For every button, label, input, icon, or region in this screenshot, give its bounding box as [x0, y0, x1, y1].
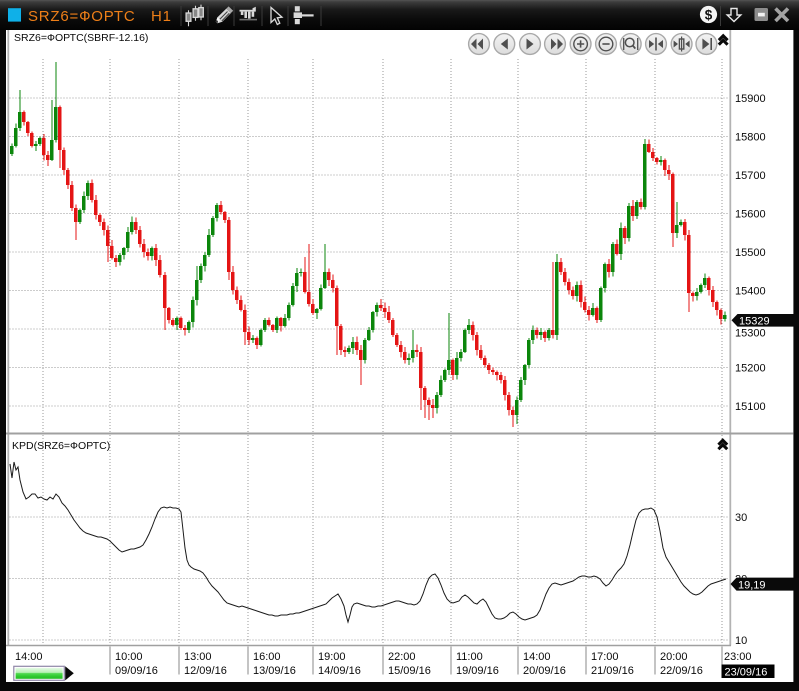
svg-text:23:00: 23:00 [724, 651, 752, 663]
svg-text:SRZ6=ФОРТС(SBRF-12.16): SRZ6=ФОРТС(SBRF-12.16) [14, 32, 148, 44]
svg-text:19,19: 19,19 [738, 579, 766, 591]
svg-text:SRZ6=ФОРТС: SRZ6=ФОРТС [28, 8, 136, 25]
svg-text:15200: 15200 [735, 363, 766, 375]
svg-text:19:00: 19:00 [318, 651, 346, 663]
svg-text:22/09/16: 22/09/16 [660, 665, 703, 677]
svg-text:22:00: 22:00 [388, 651, 416, 663]
svg-text:11:00: 11:00 [456, 651, 483, 663]
svg-text:13:00: 13:00 [184, 651, 212, 663]
svg-text:15500: 15500 [735, 247, 766, 259]
svg-text:12/09/16: 12/09/16 [184, 665, 227, 677]
svg-text:09/09/16: 09/09/16 [115, 665, 158, 677]
svg-text:20/09/16: 20/09/16 [523, 665, 566, 677]
svg-text:10:00: 10:00 [115, 651, 143, 663]
svg-text:14/09/16: 14/09/16 [318, 665, 361, 677]
svg-text:H1: H1 [151, 8, 172, 25]
svg-text:20:00: 20:00 [660, 651, 688, 663]
svg-text:15100: 15100 [735, 401, 766, 413]
svg-text:15/09/16: 15/09/16 [388, 665, 431, 677]
svg-text:13/09/16: 13/09/16 [253, 665, 296, 677]
svg-text:15300: 15300 [735, 328, 766, 340]
svg-text:15900: 15900 [735, 93, 766, 105]
svg-text:15800: 15800 [735, 132, 766, 144]
svg-text:KPD(SRZ6=ФОРТС): KPD(SRZ6=ФОРТС) [12, 440, 110, 452]
svg-text:16:00: 16:00 [253, 651, 281, 663]
svg-text:15600: 15600 [735, 209, 766, 221]
svg-text:$: $ [705, 7, 713, 22]
svg-text:14:00: 14:00 [15, 651, 43, 663]
svg-text:15400: 15400 [735, 286, 766, 298]
svg-text:17:00: 17:00 [591, 651, 619, 663]
svg-text:10: 10 [735, 635, 747, 647]
svg-text:30: 30 [735, 512, 747, 524]
svg-text:21/09/16: 21/09/16 [591, 665, 634, 677]
svg-text:23/09/16: 23/09/16 [725, 666, 768, 678]
svg-text:15329: 15329 [739, 316, 770, 328]
svg-text:14:00: 14:00 [523, 651, 551, 663]
svg-text:15700: 15700 [735, 170, 766, 182]
svg-text:19/09/16: 19/09/16 [456, 665, 499, 677]
